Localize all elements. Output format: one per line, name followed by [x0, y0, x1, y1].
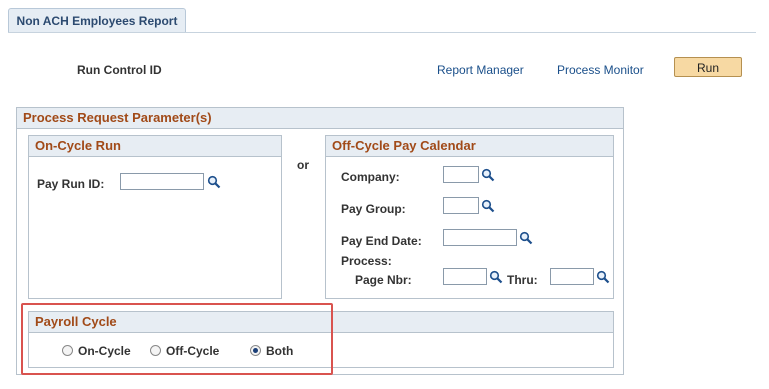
run-control-id-label: Run Control ID [77, 63, 162, 77]
company-lookup-icon[interactable] [481, 168, 495, 182]
thru-lookup-icon[interactable] [596, 270, 610, 284]
thru-input[interactable] [550, 268, 594, 285]
off-cycle-pay-calendar-title: Off-Cycle Pay Calendar [326, 136, 613, 157]
company-label: Company: [341, 170, 400, 184]
thru-label: Thru: [507, 273, 538, 287]
pay-end-date-input[interactable] [443, 229, 517, 246]
on-cycle-run-group: On-Cycle Run [28, 135, 282, 299]
process-request-parameters-title: Process Request Parameter(s) [17, 108, 623, 129]
pay-run-id-label: Pay Run ID: [37, 177, 105, 191]
page-nbr-lookup-icon[interactable] [489, 270, 503, 284]
process-monitor-link[interactable]: Process Monitor [557, 63, 644, 77]
pay-end-date-lookup-icon[interactable] [519, 231, 533, 245]
company-input[interactable] [443, 166, 479, 183]
pay-end-date-label: Pay End Date: [341, 234, 422, 248]
pay-group-input[interactable] [443, 197, 479, 214]
on-cycle-run-title: On-Cycle Run [29, 136, 281, 157]
page-nbr-input[interactable] [443, 268, 487, 285]
pay-run-id-lookup-icon[interactable] [207, 175, 221, 189]
page-nbr-label: Page Nbr: [355, 273, 412, 287]
or-label: or [297, 158, 309, 172]
pay-group-lookup-icon[interactable] [481, 199, 495, 213]
pay-run-id-input[interactable] [120, 173, 204, 190]
report-manager-link[interactable]: Report Manager [437, 63, 524, 77]
run-button[interactable]: Run [674, 57, 742, 77]
pay-group-label: Pay Group: [341, 202, 406, 216]
process-label: Process: [341, 254, 392, 268]
tab-underline [8, 32, 756, 33]
tab-non-ach-report[interactable]: Non ACH Employees Report [8, 8, 186, 33]
payroll-cycle-highlight-box [21, 303, 333, 375]
